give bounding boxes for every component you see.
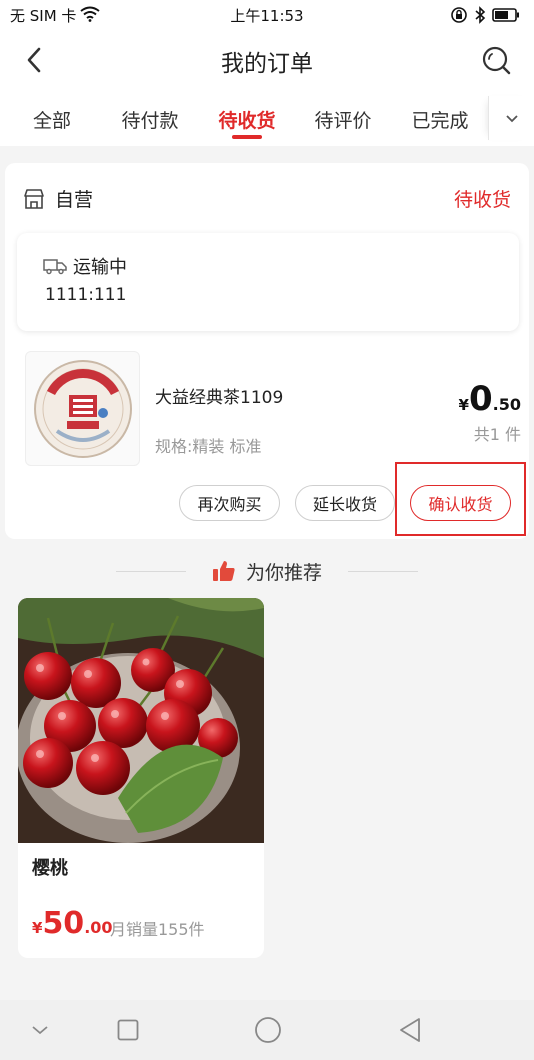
- rec-price-currency: ¥: [32, 919, 43, 937]
- extend-receipt-button[interactable]: 延长收货: [295, 485, 395, 521]
- logistics-status-row: 运输中: [43, 253, 127, 279]
- nav-recents-icon: [117, 1019, 139, 1041]
- recommend-item-sales: 月销量155件: [110, 920, 205, 939]
- status-right: [450, 6, 520, 28]
- tracking-number: 1111:111: [45, 285, 127, 305]
- page-title: 我的订单: [221, 51, 313, 77]
- tab-all[interactable]: 全部: [12, 106, 92, 133]
- app-header: 我的订单: [0, 30, 534, 90]
- confirm-highlight-box: [395, 462, 526, 536]
- product-spec: 规格:精装 标准: [155, 437, 262, 456]
- search-icon: [482, 46, 511, 75]
- order-status: 待收货: [453, 189, 511, 211]
- chevron-down-icon: [505, 115, 518, 123]
- tab-pending-payment[interactable]: 待付款: [110, 106, 190, 133]
- product-price: ¥0.50: [459, 379, 521, 419]
- logistics-status: 运输中: [73, 257, 127, 278]
- price-currency: ¥: [458, 396, 469, 414]
- tabs-more-button[interactable]: [488, 96, 534, 140]
- tab-pending-review[interactable]: 待评价: [303, 106, 383, 133]
- price-integer: 0: [468, 379, 493, 419]
- logistics-box[interactable]: 运输中 1111:111: [17, 233, 519, 331]
- price-decimal: .50: [492, 395, 521, 414]
- tab-pending-receipt[interactable]: 待收货: [207, 106, 287, 133]
- product-name[interactable]: 大益经典茶1109: [155, 383, 283, 408]
- recommend-divider-right: [348, 570, 418, 572]
- recommend-item-name: 樱桃: [32, 858, 68, 879]
- battery-icon: [492, 8, 520, 26]
- nav-home-button[interactable]: [248, 1012, 288, 1048]
- rebuy-button[interactable]: 再次购买: [179, 485, 280, 521]
- recommend-item-card[interactable]: 樱桃 ¥50.00 月销量155件: [18, 598, 264, 958]
- lock-rotation-icon: [450, 6, 468, 28]
- bluetooth-icon: [474, 6, 486, 28]
- nav-collapse-button[interactable]: [20, 1012, 60, 1048]
- nav-back-icon: [400, 1018, 420, 1042]
- truck-icon: [43, 259, 67, 275]
- tea-cake-image: [33, 359, 132, 458]
- rec-price-decimal: .00: [84, 918, 113, 937]
- order-tabs: 全部 待付款 待收货 待评价 已完成: [0, 90, 534, 146]
- nav-home-icon: [255, 1017, 281, 1043]
- product-quantity: 共1 件: [473, 425, 521, 444]
- nav-back-button[interactable]: [390, 1012, 430, 1048]
- status-bar: 无 SIM 卡 上午11:53: [0, 0, 534, 30]
- recommend-divider-left: [115, 570, 186, 572]
- tab-active-underline: [232, 135, 262, 139]
- store-icon: [24, 188, 44, 209]
- search-button[interactable]: [480, 44, 512, 76]
- rec-price-integer: 50: [42, 906, 85, 941]
- store-name: 自营: [55, 189, 94, 211]
- store-row[interactable]: 自营: [23, 185, 93, 212]
- system-nav-bar: [0, 1000, 534, 1060]
- nav-collapse-icon: [32, 1026, 48, 1035]
- tab-completed[interactable]: 已完成: [400, 106, 480, 133]
- cherries-image: [18, 598, 264, 843]
- recommend-header: 为你推荐: [0, 556, 534, 586]
- recommend-title: 为你推荐: [245, 561, 322, 584]
- nav-recents-button[interactable]: [108, 1012, 148, 1048]
- thumbs-up-icon: [212, 561, 235, 581]
- recommend-item-price: ¥50.00: [32, 906, 113, 941]
- product-image[interactable]: [25, 351, 140, 466]
